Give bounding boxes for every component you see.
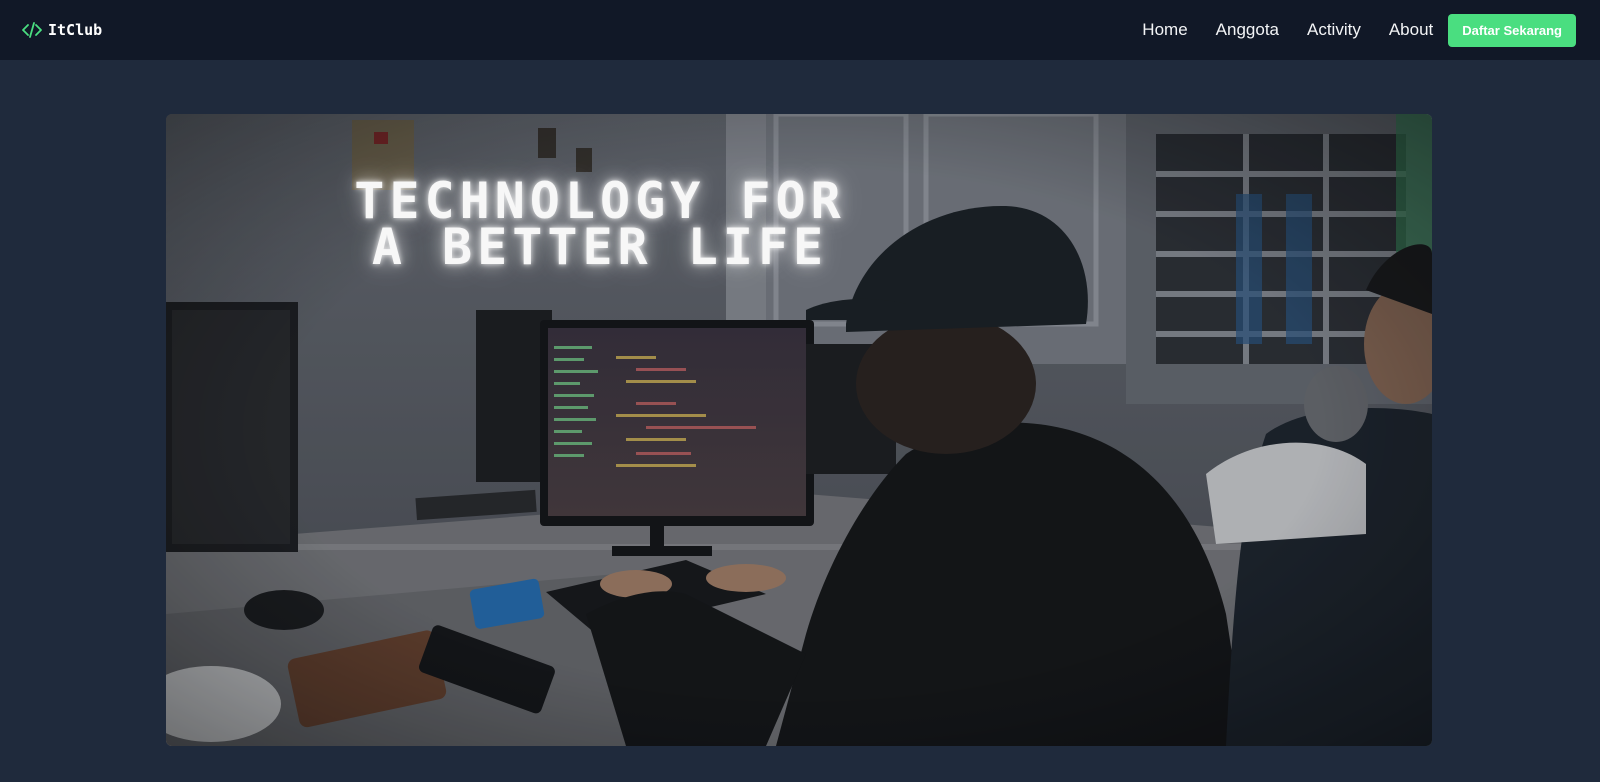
brand-name: ItClub xyxy=(48,21,103,39)
brand-logo[interactable]: ItClub xyxy=(22,21,102,39)
hero-title-line2: A BETTER LIFE xyxy=(371,218,829,276)
navbar: ItClub Home Anggota Activity About Dafta… xyxy=(0,0,1600,60)
nav-link-home[interactable]: Home xyxy=(1142,20,1187,40)
hero-title: TECHNOLOGY FOR A BETTER LIFE xyxy=(230,176,970,276)
nav-link-activity[interactable]: Activity xyxy=(1307,20,1361,40)
nav-links: Home Anggota Activity About xyxy=(1142,20,1433,40)
nav-right: Home Anggota Activity About Daftar Sekar… xyxy=(1142,13,1576,47)
daftar-sekarang-button[interactable]: Daftar Sekarang xyxy=(1448,13,1576,47)
hero-banner: TECHNOLOGY FOR A BETTER LIFE xyxy=(166,114,1432,746)
code-icon xyxy=(22,22,42,38)
nav-link-anggota[interactable]: Anggota xyxy=(1216,20,1279,40)
nav-link-about[interactable]: About xyxy=(1389,20,1433,40)
